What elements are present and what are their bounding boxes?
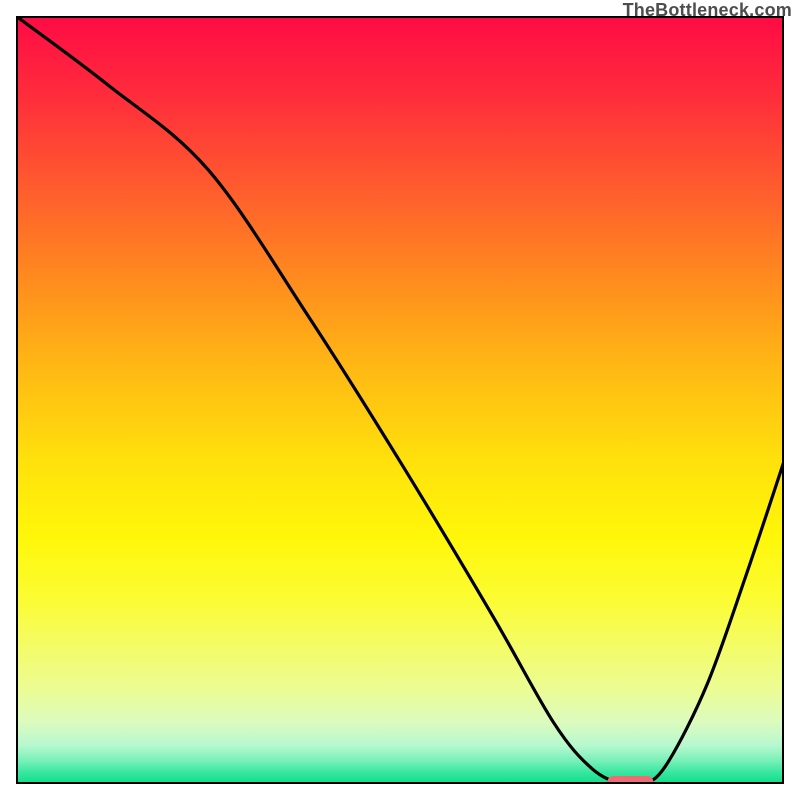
optimal-zone-marker bbox=[607, 776, 653, 784]
bottleneck-curve bbox=[16, 16, 784, 784]
watermark-text: TheBottleneck.com bbox=[623, 0, 792, 21]
optimal-zone-pill bbox=[607, 776, 653, 784]
bottleneck-curve-path bbox=[16, 16, 784, 784]
chart-overlay bbox=[16, 16, 784, 784]
chart-canvas: TheBottleneck.com bbox=[0, 0, 800, 800]
